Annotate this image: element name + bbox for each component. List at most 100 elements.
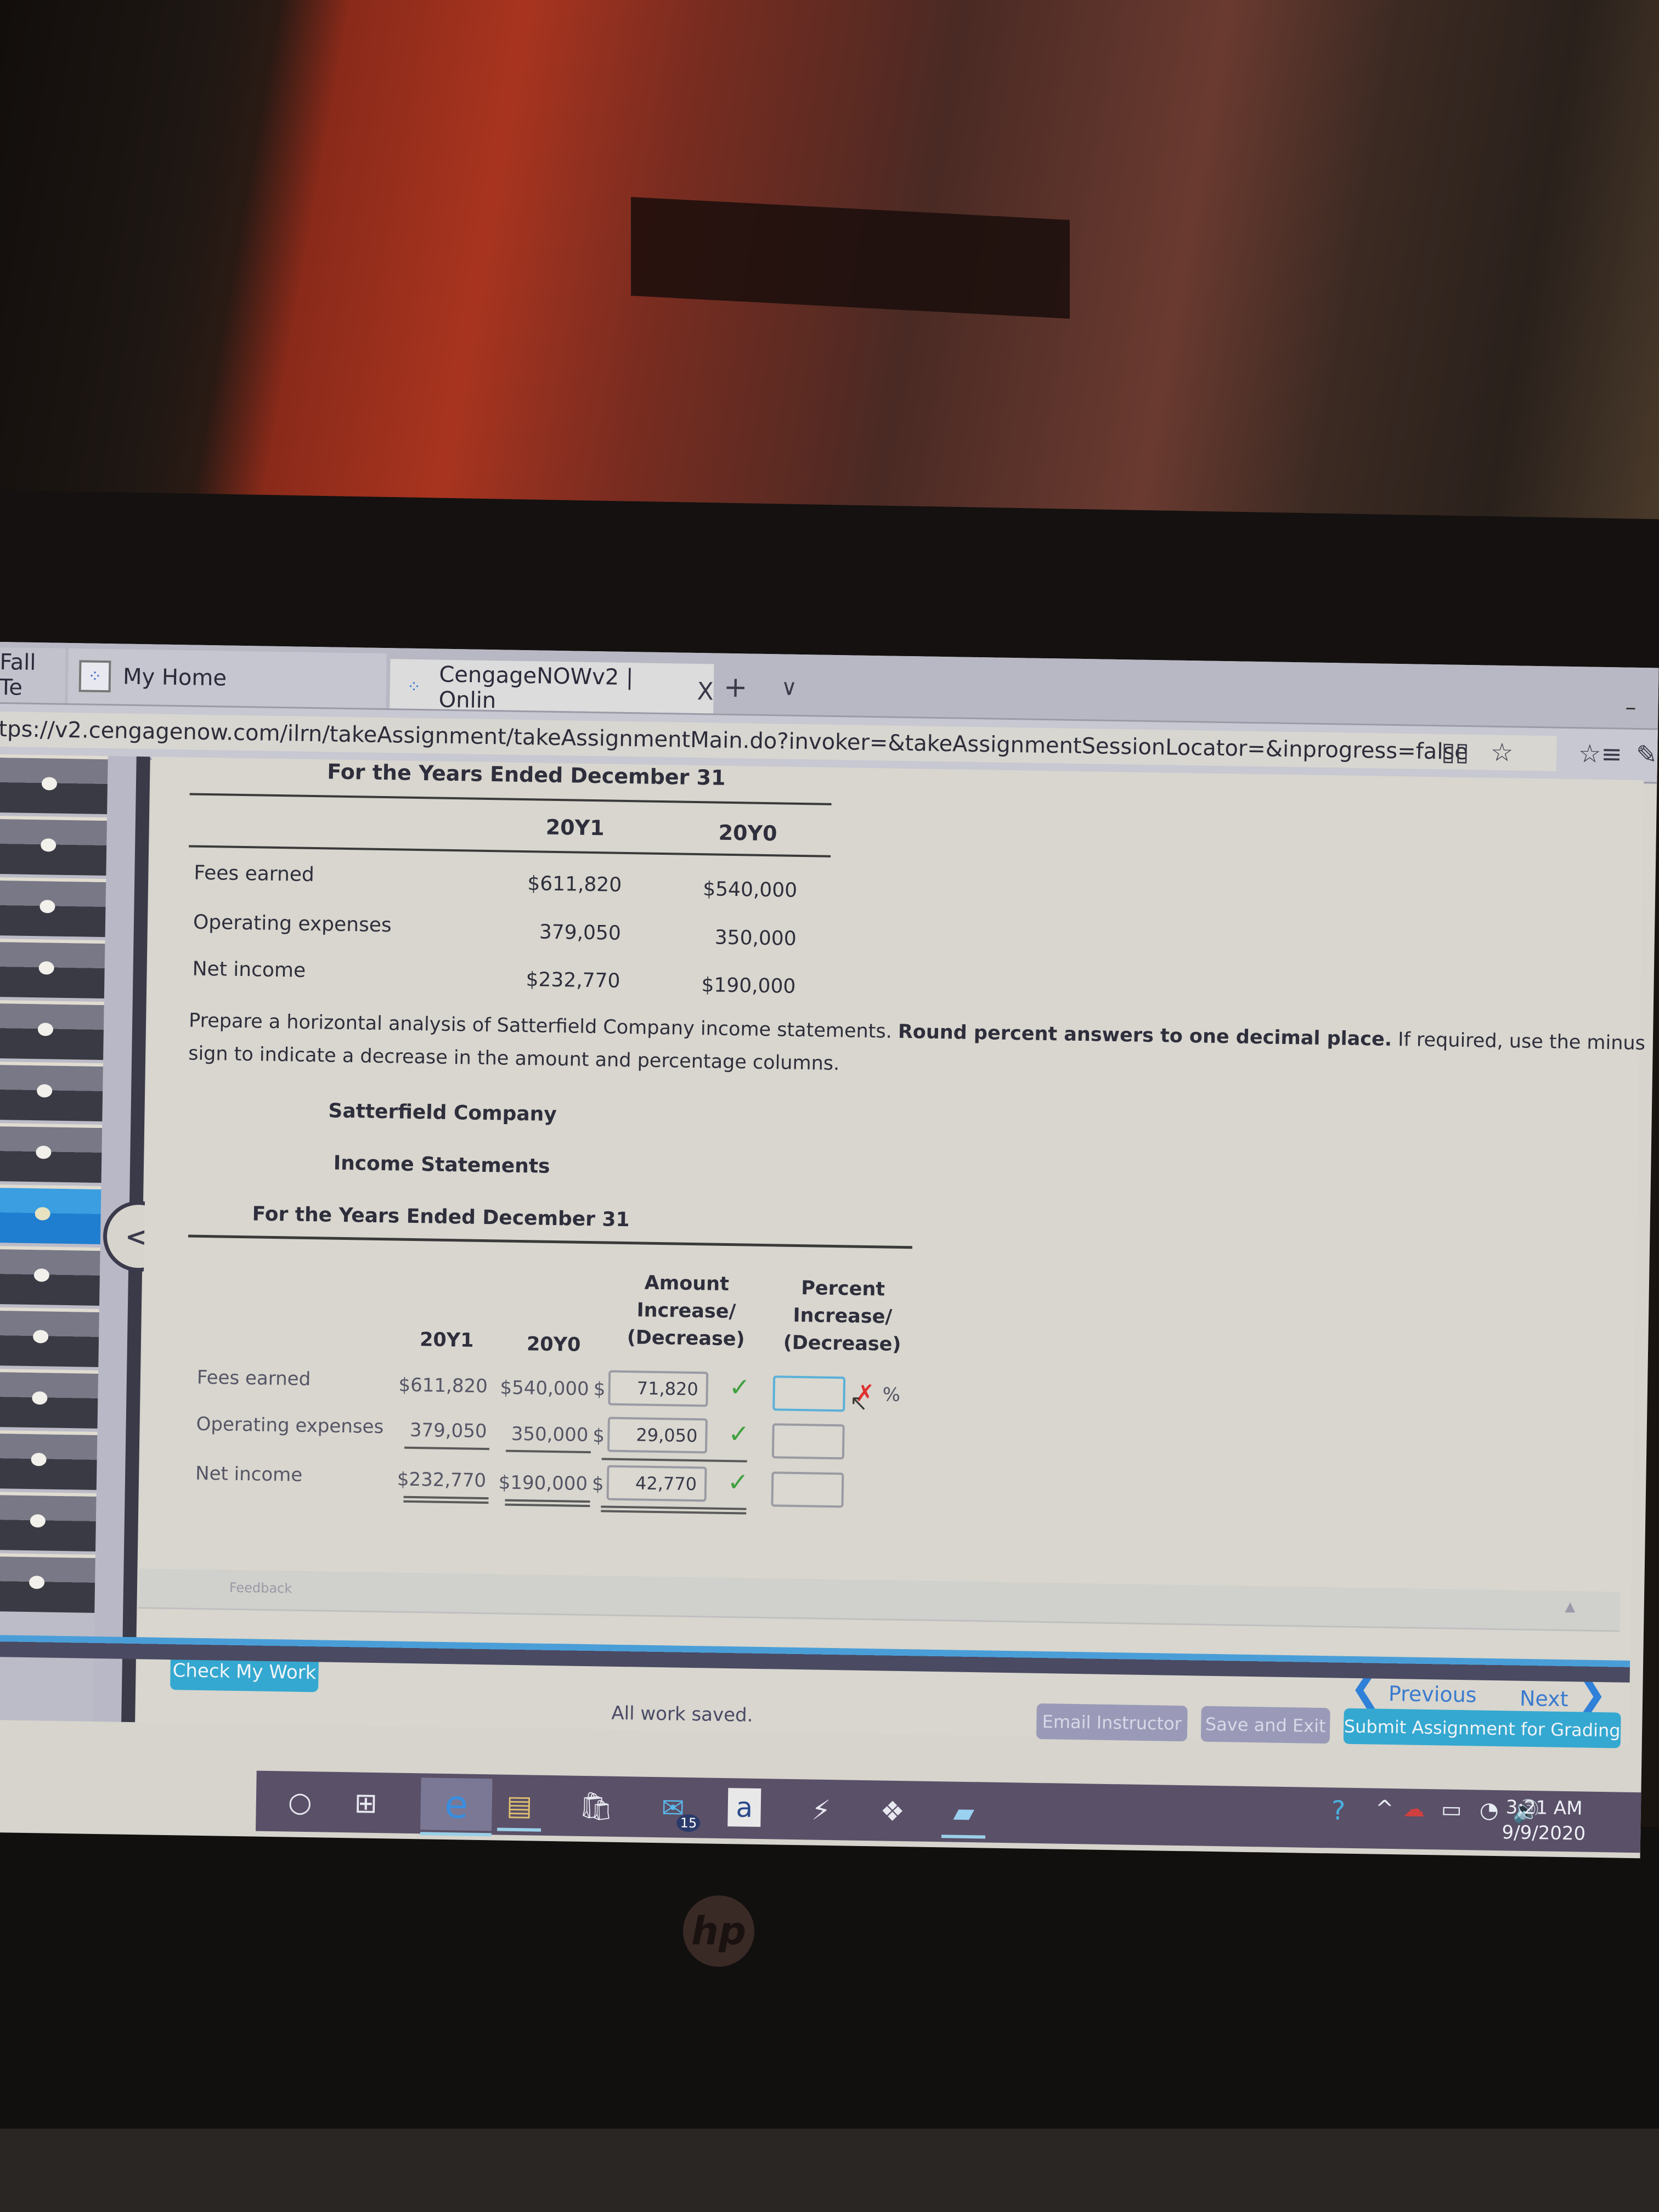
question-nav-item[interactable] xyxy=(0,1430,100,1491)
submit-assignment-button[interactable]: Submit Assignment for Grading xyxy=(1343,1708,1621,1748)
amount-change-header: Amount Increase/ (Decrease) xyxy=(614,1269,758,1353)
screen: Fall Te ⁘ My Home ⁘ CengageNOWv2 | Onlin… xyxy=(0,642,1659,1859)
question-status-dot-icon xyxy=(29,1576,45,1589)
reading-view-icon[interactable]: ▯▯ xyxy=(1441,736,1469,766)
dropbox-icon[interactable]: ❖ xyxy=(870,1790,915,1832)
close-tab-icon[interactable]: X xyxy=(697,677,714,705)
amount-change-input[interactable]: 71,820 xyxy=(608,1370,709,1407)
onedrive-error-icon[interactable]: ☁ xyxy=(1403,1796,1425,1822)
given-row-label: Net income xyxy=(192,957,306,982)
header-line: (Decrease) xyxy=(783,1331,901,1356)
question-status-dot-icon xyxy=(38,961,54,975)
divider xyxy=(189,845,831,857)
email-instructor-button[interactable]: Email Instructor xyxy=(1036,1703,1188,1742)
analysis-row-20y1: $611,820 xyxy=(398,1374,488,1398)
given-col-20y0: 20Y0 xyxy=(718,820,777,846)
tab-fall-term[interactable]: Fall Te xyxy=(0,647,66,703)
system-clock[interactable]: 3:21 AM 9/9/2020 xyxy=(1502,1795,1586,1846)
feedback-panel[interactable]: Feedback ▲ xyxy=(138,1568,1621,1632)
notes-pen-icon[interactable]: ✎ xyxy=(1636,740,1657,770)
given-row-20y0: 350,000 xyxy=(714,926,797,950)
percent-change-header: Percent Increase/ (Decrease) xyxy=(771,1274,915,1358)
header-line: Amount xyxy=(644,1272,730,1296)
header-line: Percent xyxy=(800,1277,885,1301)
next-label: Next xyxy=(1519,1686,1568,1712)
laptop-bezel-bottom xyxy=(0,1827,1659,2134)
header-line: (Decrease) xyxy=(627,1327,745,1351)
question-status-dot-icon xyxy=(31,1453,47,1466)
tab-my-home[interactable]: ⁘ My Home xyxy=(67,648,387,709)
question-nav-item[interactable] xyxy=(0,1245,103,1306)
divider xyxy=(188,1234,912,1249)
battery-icon[interactable]: ▭ xyxy=(1441,1797,1463,1823)
question-navigator xyxy=(0,754,111,1722)
statement-period: For the Years Ended December 31 xyxy=(252,1203,630,1232)
question-nav-item[interactable] xyxy=(0,1061,106,1122)
given-row-20y0: $540,000 xyxy=(702,878,798,902)
percent-change-input[interactable] xyxy=(771,1423,845,1460)
instructions-emphasis: Round percent answers to one decimal pla… xyxy=(898,1020,1392,1051)
amazon-icon[interactable]: a xyxy=(727,1788,761,1827)
store-icon[interactable]: 🛍 xyxy=(574,1786,618,1827)
question-nav-item[interactable] xyxy=(0,1122,105,1183)
question-nav-item[interactable] xyxy=(0,754,111,815)
favorites-list-icon[interactable]: ☆≡ xyxy=(1578,738,1623,769)
minimize-icon[interactable]: – xyxy=(1625,695,1637,720)
mail-icon[interactable]: ✉ 15 xyxy=(651,1787,701,1832)
task-view-icon[interactable]: ⊞ xyxy=(343,1782,388,1824)
lightning-app-icon[interactable]: ⚡ xyxy=(799,1789,843,1831)
tab-list-chevron-icon[interactable]: ∨ xyxy=(781,675,798,700)
show-hidden-icons-chevron-icon[interactable]: ^ xyxy=(1375,1796,1394,1822)
statement-title: Income Statements xyxy=(333,1152,550,1178)
question-content: For the Years Ended December 31 20Y1 20Y… xyxy=(137,757,1646,1746)
double-underline xyxy=(403,1496,489,1504)
scroll-up-icon[interactable]: ▲ xyxy=(1565,1599,1576,1614)
percent-change-input[interactable] xyxy=(771,1471,844,1508)
analysis-row-20y1: $232,770 xyxy=(397,1468,487,1492)
hp-logo: hp xyxy=(683,1895,754,1967)
file-explorer-icon[interactable]: ▤ xyxy=(497,1785,541,1832)
instructions-text: Prepare a horizontal analysis of Satterf… xyxy=(188,1009,899,1043)
clock-date: 9/9/2020 xyxy=(1502,1821,1586,1845)
tab-label: Fall Te xyxy=(0,649,36,701)
edge-browser-icon[interactable]: e xyxy=(420,1778,493,1837)
save-and-exit-button[interactable]: Save and Exit xyxy=(1200,1706,1330,1744)
question-nav-item[interactable] xyxy=(0,815,110,876)
question-nav-item[interactable] xyxy=(0,1368,101,1429)
wifi-icon[interactable]: ◔ xyxy=(1480,1798,1499,1824)
header-line: Increase/ xyxy=(793,1304,893,1328)
correct-check-icon: ✓ xyxy=(728,1419,750,1449)
double-underline xyxy=(601,1505,747,1515)
notes-app-icon[interactable]: ▰ xyxy=(941,1791,986,1839)
cortana-icon[interactable]: ○ xyxy=(278,1781,322,1822)
cengage-favicon-icon: ⁘ xyxy=(407,677,421,697)
question-status-dot-icon xyxy=(36,1146,52,1159)
mouse-cursor-icon: ↖ xyxy=(849,1390,868,1417)
amount-change-input[interactable]: 29,050 xyxy=(607,1417,708,1454)
analysis-row-20y0: $190,000 xyxy=(498,1471,588,1496)
question-status-dot-icon xyxy=(33,1268,50,1282)
percent-change-input[interactable] xyxy=(772,1375,846,1412)
question-nav-item[interactable] xyxy=(0,1553,98,1613)
question-nav-item[interactable] xyxy=(0,1184,104,1245)
question-nav-item[interactable] xyxy=(0,1491,99,1552)
help-icon[interactable]: ? xyxy=(1331,1795,1345,1826)
correct-check-icon: ✓ xyxy=(727,1467,749,1497)
given-col-20y1: 20Y1 xyxy=(545,815,605,840)
given-row-label: Operating expenses xyxy=(193,911,392,937)
question-nav-item[interactable] xyxy=(0,1307,102,1368)
double-underline xyxy=(505,1499,590,1508)
question-status-dot-icon xyxy=(37,1023,54,1036)
question-nav-item[interactable] xyxy=(0,1000,107,1060)
analysis-row-20y0: $540,000 xyxy=(500,1376,590,1401)
company-name: Satterfield Company xyxy=(328,1099,557,1126)
instructions-text: If required, use the minus xyxy=(1391,1028,1646,1055)
correct-check-icon: ✓ xyxy=(729,1372,751,1402)
new-tab-icon[interactable]: + xyxy=(723,671,748,704)
question-status-dot-icon xyxy=(40,900,55,913)
question-nav-item[interactable] xyxy=(0,877,109,938)
favorite-star-icon[interactable]: ☆ xyxy=(1491,737,1514,768)
analysis-col-20y1: 20Y1 xyxy=(419,1329,474,1352)
amount-change-input[interactable]: 42,770 xyxy=(606,1465,707,1502)
question-nav-item[interactable] xyxy=(0,938,108,999)
